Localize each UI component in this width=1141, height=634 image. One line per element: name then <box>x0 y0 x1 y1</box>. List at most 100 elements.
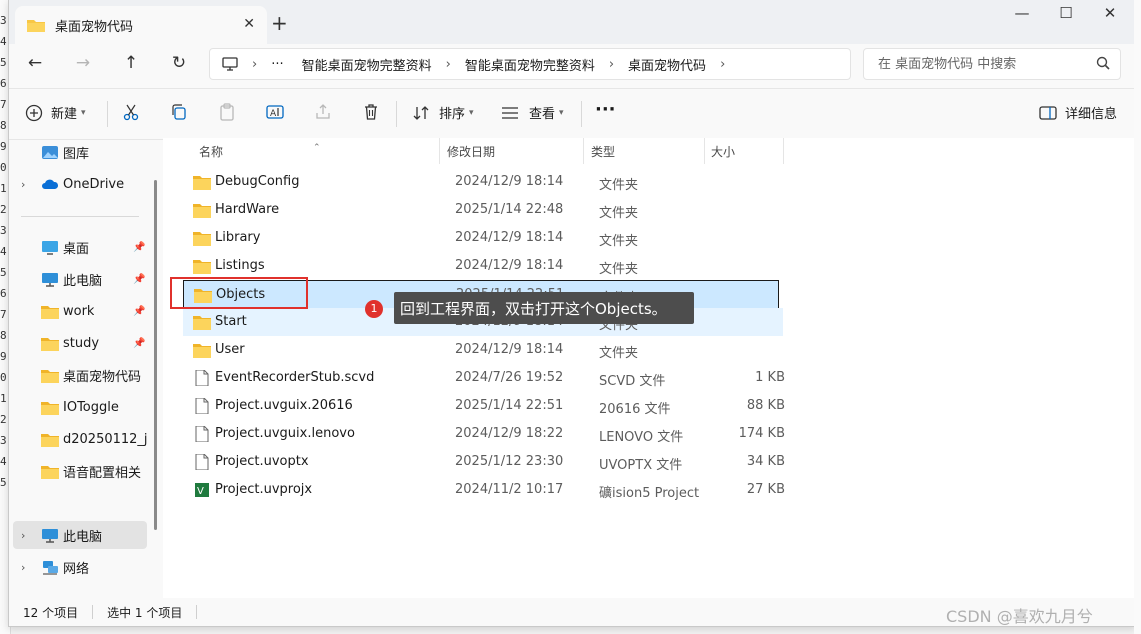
search-input[interactable] <box>876 55 1090 73</box>
sidebar-item-desktop[interactable]: 桌面 📌 <box>9 233 149 261</box>
column-header-date[interactable]: 修改日期 <box>447 143 495 160</box>
expand-chevron-icon[interactable]: › <box>21 178 25 191</box>
folder-icon <box>193 202 211 218</box>
sidebar-item-voice-config[interactable]: 语音配置相关 <box>9 457 149 485</box>
new-tab-button[interactable]: + <box>271 11 288 35</box>
address-bar[interactable]: › ··· 智能桌面宠物完整资料 › 智能桌面宠物完整资料 › 桌面宠物代码 › <box>209 48 851 80</box>
folder-icon <box>41 401 59 415</box>
toolbar-divider <box>581 101 582 127</box>
sort-button[interactable]: 排序 ▾ <box>413 103 474 122</box>
forward-button[interactable]: → <box>71 53 95 73</box>
minimize-button[interactable]: — <box>999 4 1045 26</box>
sidebar-item-onedrive[interactable]: › OneDrive <box>9 170 149 198</box>
file-date: 2024/12/9 18:22 <box>455 426 564 441</box>
pin-icon: 📌 <box>133 337 146 349</box>
sidebar-item-desktop-pet-code[interactable]: 桌面宠物代码 <box>9 361 149 389</box>
back-button[interactable]: ← <box>23 53 47 73</box>
refresh-button[interactable]: ↻ <box>167 53 191 73</box>
file-row-folder[interactable]: Library 2024/12/9 18:14 文件夹 <box>183 224 783 252</box>
file-size: 34 KB <box>746 454 785 469</box>
tab-current-folder[interactable]: 桌面宠物代码 ✕ <box>15 6 267 44</box>
line-number: 2 <box>0 413 7 426</box>
expand-chevron-icon[interactable]: › <box>21 561 25 574</box>
breadcrumb-item[interactable]: 智能桌面宠物完整资料 <box>465 55 595 74</box>
sidebar-item-iotoggle[interactable]: IOToggle <box>9 393 149 421</box>
sidebar-item-label: 桌面宠物代码 <box>63 369 142 385</box>
cut-icon[interactable] <box>122 103 140 121</box>
column-divider[interactable] <box>583 138 584 164</box>
file-list: ⌃ 名称 修改日期 类型 大小 DebugConfig 2024/12/9 18:… <box>163 138 1135 598</box>
details-button[interactable]: 详细信息 <box>1039 103 1117 122</box>
sidebar-item-this-pc[interactable]: 此电脑 📌 <box>9 265 149 293</box>
tab-close-icon[interactable]: ✕ <box>243 16 255 32</box>
view-button[interactable]: 查看 ▾ <box>501 103 564 122</box>
sort-label: 排序 <box>439 107 466 122</box>
up-button[interactable]: ↑ <box>119 53 143 73</box>
chevron-down-icon: ▾ <box>81 107 86 118</box>
file-row-folder[interactable]: Listings 2024/12/9 18:14 文件夹 <box>183 252 783 280</box>
file-row-folder[interactable]: DebugConfig 2024/12/9 18:14 文件夹 <box>183 168 783 196</box>
maximize-button[interactable]: ☐ <box>1043 4 1089 26</box>
new-label: 新建 <box>51 107 78 122</box>
sidebar-scrollbar[interactable] <box>154 180 157 530</box>
annotation-step-badge: 1 <box>365 300 383 318</box>
copy-icon[interactable] <box>170 103 188 121</box>
sidebar-item-d20250112[interactable]: d20250112_jkc <box>9 425 149 453</box>
rename-icon[interactable]: A <box>266 103 284 121</box>
paste-icon[interactable] <box>218 103 236 121</box>
column-divider[interactable] <box>704 138 705 164</box>
folder-icon <box>41 305 59 319</box>
expand-chevron-icon[interactable]: › <box>21 529 25 542</box>
file-size: 174 KB <box>738 426 785 441</box>
more-options-button[interactable]: ··· <box>595 99 616 120</box>
selected-count: 选中 1 个项目 <box>107 605 183 620</box>
sidebar-item-label: 此电脑 <box>63 529 103 545</box>
column-header-type[interactable]: 类型 <box>591 143 615 160</box>
sidebar-item-this-pc-root[interactable]: › 此电脑 <box>13 521 147 549</box>
sidebar-item-study[interactable]: study 📌 <box>9 329 149 357</box>
file-name: EventRecorderStub.scvd <box>215 370 375 385</box>
close-window-button[interactable]: ✕ <box>1087 4 1133 26</box>
folder-icon <box>193 342 211 358</box>
new-button[interactable]: 新建 ▾ <box>25 103 86 122</box>
file-date: 2024/12/9 18:14 <box>455 174 564 189</box>
search-icon[interactable] <box>1096 56 1110 70</box>
share-icon[interactable] <box>314 103 332 121</box>
column-header-name[interactable]: 名称 <box>199 143 223 160</box>
column-divider[interactable] <box>783 138 784 164</box>
file-row-folder[interactable]: HardWare 2025/1/14 22:48 文件夹 <box>183 196 783 224</box>
gallery-icon <box>42 145 58 159</box>
line-number: 9 <box>0 350 7 363</box>
line-number: 1 <box>0 392 7 405</box>
file-row-file[interactable]: Project.uvguix.20616 2025/1/14 22:51 20616… <box>183 392 785 420</box>
file-size: 88 KB <box>746 398 785 413</box>
delete-icon[interactable] <box>362 103 380 121</box>
sidebar-item-label: 桌面 <box>63 241 90 257</box>
file-date: 2024/12/9 18:14 <box>455 342 564 357</box>
file-row-file[interactable]: Project.uvoptx 2025/1/12 23:30 UVOPTX 文件 34… <box>183 448 785 476</box>
breadcrumb-item[interactable]: 智能桌面宠物完整资料 <box>302 55 432 74</box>
file-type: 20616 文件 <box>599 402 671 417</box>
file-type: 文件夹 <box>599 206 639 221</box>
sidebar-item-network[interactable]: › 网络 <box>9 553 149 581</box>
sidebar-item-gallery[interactable]: 图库 <box>9 138 149 166</box>
line-number: 6 <box>0 287 7 300</box>
sidebar-item-work[interactable]: work 📌 <box>9 297 149 325</box>
column-divider[interactable] <box>439 138 440 164</box>
file-type: 文件夹 <box>599 234 639 249</box>
file-row-file[interactable]: Project.uvguix.lenovo 2024/12/9 18:22 LENO… <box>183 420 785 448</box>
file-name: Project.uvoptx <box>215 454 309 469</box>
line-number: 8 <box>0 119 7 132</box>
annotation-highlight-box <box>170 277 308 309</box>
breadcrumb-item[interactable]: 桌面宠物代码 <box>628 55 706 74</box>
file-row-file[interactable]: EventRecorderStub.scvd 2024/7/26 19:52 SCV… <box>183 364 785 392</box>
sidebar-item-label: OneDrive <box>63 176 125 192</box>
file-row-folder[interactable]: User 2024/12/9 18:14 文件夹 <box>183 336 783 364</box>
column-header-size[interactable]: 大小 <box>711 143 735 160</box>
line-number: 3 <box>0 224 7 237</box>
file-size: 27 KB <box>746 482 785 497</box>
file-row-uv[interactable]: V Project.uvprojx 2024/11/2 10:17 礦ision5 P… <box>183 476 785 504</box>
sidebar-item-label: 语音配置相关 <box>63 465 142 481</box>
breadcrumb-more[interactable]: ··· <box>271 57 283 72</box>
chevron-down-icon: ▾ <box>559 107 564 118</box>
